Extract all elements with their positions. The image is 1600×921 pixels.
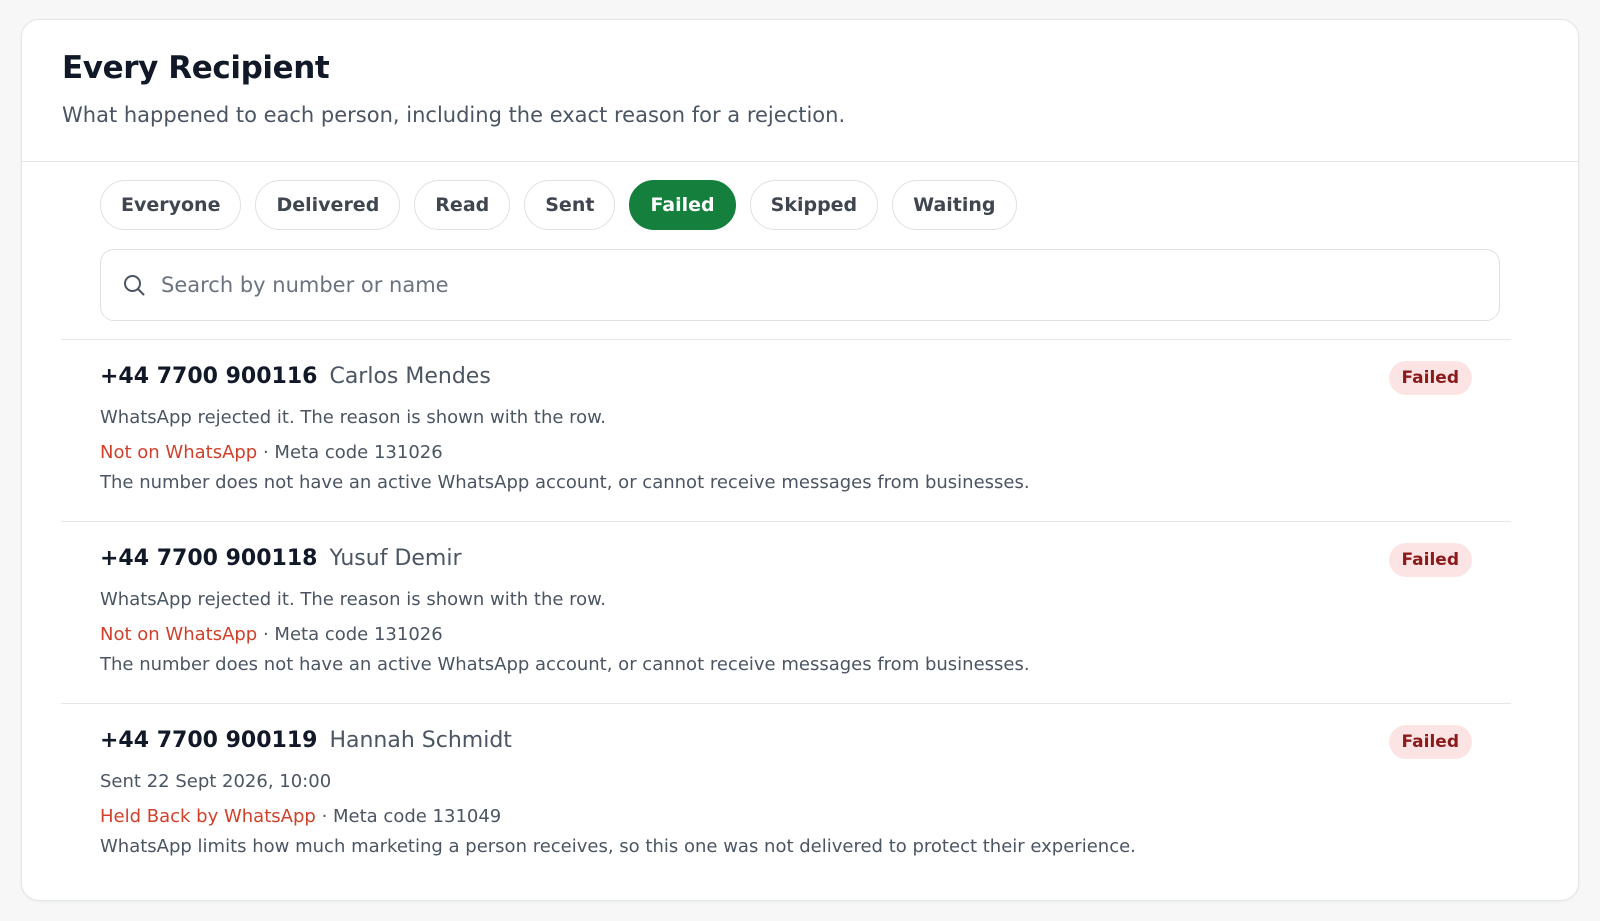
filter-read[interactable]: Read: [414, 180, 511, 230]
failure-reason-line: Held Back by WhatsApp · Meta code 131049: [100, 804, 1511, 830]
failure-reason: Held Back by WhatsApp: [100, 806, 316, 827]
status-badge: Failed: [1388, 543, 1472, 577]
recipient-detail: WhatsApp rejected it. The reason is show…: [100, 407, 606, 428]
failure-explanation: The number does not have an active Whats…: [100, 654, 1030, 675]
filter-waiting[interactable]: Waiting: [892, 180, 1017, 230]
filter-failed[interactable]: Failed: [629, 180, 736, 230]
filter-delivered[interactable]: Delivered: [255, 180, 401, 230]
page-subtitle: What happened to each person, including …: [62, 103, 846, 127]
recipient-phone: +44 7700 900116: [100, 364, 318, 389]
recipient-phone: +44 7700 900119: [100, 728, 318, 753]
status-badge: Failed: [1388, 361, 1472, 395]
list-item[interactable]: +44 7700 900116 Carlos Mendes WhatsApp r…: [61, 339, 1511, 521]
status-filters: Everyone Delivered Read Sent Failed Skip…: [100, 180, 1017, 230]
recipient-phone: +44 7700 900118: [100, 546, 318, 571]
filter-skipped[interactable]: Skipped: [749, 180, 879, 230]
failure-explanation: The number does not have an active Whats…: [100, 472, 1030, 493]
failure-reason: Not on WhatsApp: [100, 442, 258, 463]
recipient-name: Yusuf Demir: [329, 546, 462, 571]
recipients-card: Every Recipient What happened to each pe…: [21, 19, 1579, 901]
meta-code: · Meta code 131026: [262, 624, 443, 645]
list-item[interactable]: +44 7700 900119 Hannah Schmidt Sent 22 S…: [61, 703, 1511, 885]
failure-reason-line: Not on WhatsApp · Meta code 131026: [100, 440, 1511, 466]
search-box[interactable]: [100, 249, 1500, 321]
failure-explanation: WhatsApp limits how much marketing a per…: [100, 836, 1136, 857]
failure-reason-line: Not on WhatsApp · Meta code 131026: [100, 622, 1511, 648]
list-item[interactable]: +44 7700 900118 Yusuf Demir WhatsApp rej…: [61, 521, 1511, 703]
meta-code: · Meta code 131026: [262, 442, 443, 463]
filter-sent[interactable]: Sent: [524, 180, 616, 230]
recipient-detail: WhatsApp rejected it. The reason is show…: [100, 589, 606, 610]
recipient-name: Carlos Mendes: [329, 364, 491, 389]
search-icon: [121, 272, 147, 298]
filter-everyone[interactable]: Everyone: [100, 180, 242, 230]
meta-code: · Meta code 131049: [321, 806, 502, 827]
recipient-list: +44 7700 900116 Carlos Mendes WhatsApp r…: [61, 339, 1511, 885]
page-title: Every Recipient: [62, 50, 330, 86]
recipient-name: Hannah Schmidt: [329, 728, 512, 753]
failure-reason: Not on WhatsApp: [100, 624, 258, 645]
search-input[interactable]: [161, 273, 1461, 297]
card-header: Every Recipient What happened to each pe…: [22, 20, 1578, 162]
recipient-detail: Sent 22 Sept 2026, 10:00: [100, 771, 332, 792]
status-badge: Failed: [1388, 725, 1472, 759]
